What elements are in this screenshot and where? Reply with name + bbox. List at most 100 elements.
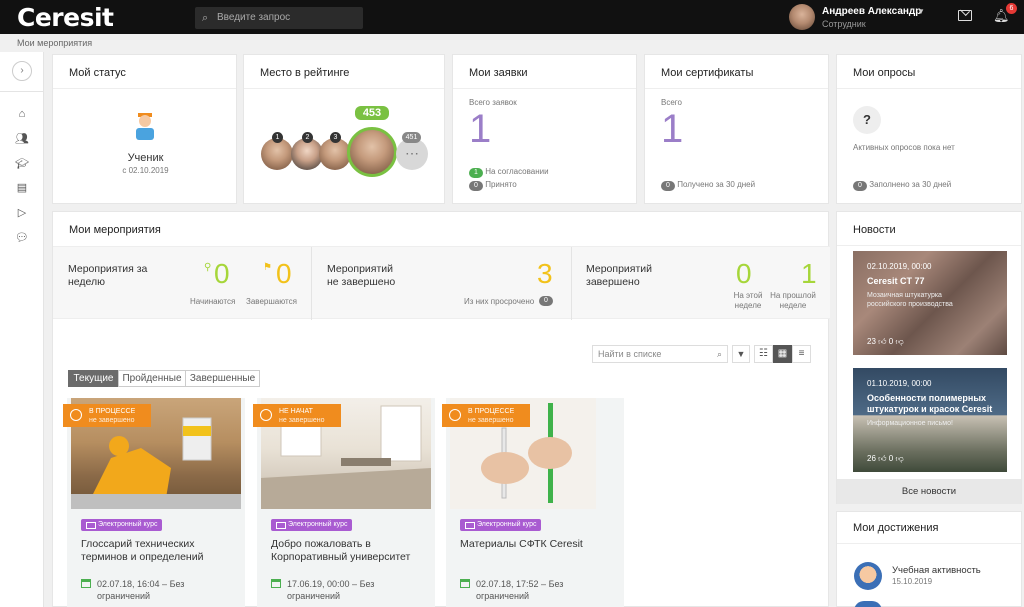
- list-search-input[interactable]: Найти в списке ⌕: [592, 345, 728, 363]
- view-list-button[interactable]: ≡: [792, 345, 811, 363]
- divider: [0, 91, 44, 92]
- rank-badge: 3: [330, 132, 341, 143]
- divider: [837, 245, 1021, 246]
- total-value[interactable]: 1: [469, 107, 491, 152]
- ending-label: Завершаются: [246, 297, 297, 306]
- clock-icon: [70, 409, 82, 421]
- total-value[interactable]: 1: [661, 107, 683, 152]
- divider: [837, 88, 1021, 89]
- view-grid-button[interactable]: ▦: [773, 345, 792, 363]
- certificates-card: Мои сертификаты Всего 1 0 Получено за 30…: [644, 54, 829, 204]
- last-week-value[interactable]: 1: [801, 258, 817, 290]
- news-subtitle: Мозаичная штукатурка российского произво…: [867, 292, 953, 308]
- chevron-down-icon[interactable]: ▼: [917, 7, 925, 16]
- filter-icon: ▼: [736, 349, 746, 359]
- thumb-up-icon[interactable]: 👍︎: [878, 454, 886, 463]
- unfinished-label: Мероприятий не завершено: [327, 263, 396, 288]
- course-card[interactable]: В ПРОЦЕССЕ не завершено Электронный курс…: [442, 398, 624, 607]
- mail-icon[interactable]: [958, 10, 972, 21]
- student-icon: [136, 113, 154, 140]
- graduation-cap-icon[interactable]: 🎓︎: [14, 157, 30, 171]
- calendar-icon: [460, 579, 470, 588]
- course-type-tag: Электронный курс: [271, 519, 353, 531]
- likes-count: 26: [867, 454, 876, 463]
- course-title[interactable]: Добро пожаловать в Корпоративный универс…: [271, 538, 426, 564]
- overdue-count: 0: [539, 296, 553, 306]
- filter-button[interactable]: ▼: [732, 345, 750, 363]
- all-news-link[interactable]: Все новости: [837, 479, 1021, 504]
- tab-finished[interactable]: Завершенные: [185, 370, 260, 387]
- course-title[interactable]: Глоссарий технических терминов и определ…: [81, 538, 236, 564]
- course-title[interactable]: Материалы СФТК Ceresit: [460, 538, 615, 551]
- overdue-label: Из них просрочено: [464, 297, 535, 306]
- news-title: Ceresit CT 77: [867, 276, 925, 286]
- global-search-input[interactable]: ⌕ Введите запрос: [195, 7, 363, 29]
- divider: [571, 247, 572, 320]
- achievement-icon: [854, 601, 882, 607]
- rank-badge: 1: [272, 132, 283, 143]
- course-card[interactable]: В ПРОЦЕССЕ не завершено Электронный курс…: [63, 398, 245, 607]
- course-substatus: не завершено: [279, 417, 325, 424]
- rank-badge: 2: [302, 132, 313, 143]
- ending-value[interactable]: 0: [276, 258, 292, 290]
- achievement-date: 15.10.2019: [892, 577, 933, 586]
- likes-count: 23: [867, 337, 876, 346]
- search-icon: ⌕: [202, 12, 209, 24]
- news-reactions: 23 👍︎ 0 👎︎: [867, 337, 904, 347]
- thumb-up-icon[interactable]: 👍︎: [878, 337, 886, 346]
- achievement-title: Учебная активность: [892, 565, 981, 576]
- view-compact-button[interactable]: ☷: [754, 345, 773, 363]
- chat-icon[interactable]: 💬︎: [14, 231, 30, 245]
- course-status: В ПРОЦЕССЕ: [468, 408, 515, 415]
- accepted-label: Принято: [485, 180, 517, 189]
- rating-card: Место в рейтинге 1 2 3 453 ⋯ 451: [243, 54, 445, 204]
- user-avatar[interactable]: [789, 4, 815, 30]
- search-icon: ⌕: [716, 349, 722, 359]
- achievement-icon: [854, 562, 882, 590]
- section-title: Мои мероприятия: [69, 224, 161, 236]
- course-card[interactable]: НЕ НАЧАТ не завершено Электронный курс Д…: [253, 398, 435, 607]
- course-substatus: не завершено: [89, 417, 135, 424]
- thumb-down-icon[interactable]: 👎︎: [895, 337, 903, 346]
- news-panel: Новости 02.10.2019, 00:00 Ceresit CT 77 …: [836, 211, 1022, 504]
- completed-label: Мероприятий завершено: [586, 263, 652, 288]
- divider: [837, 543, 1021, 544]
- this-week-value[interactable]: 0: [736, 258, 752, 290]
- brand-logo[interactable]: Ceresit: [17, 3, 114, 32]
- recent-count: 0: [853, 181, 867, 191]
- rank-badge: 451: [402, 132, 421, 143]
- news-date: 01.10.2019, 00:00: [867, 379, 932, 388]
- calendar-list-icon[interactable]: ▤: [14, 181, 30, 195]
- recent-label: Получено за 30 дней: [677, 180, 756, 189]
- pending-row: 1 На согласовании: [469, 167, 549, 178]
- home-icon[interactable]: ⌂: [14, 107, 30, 121]
- search-placeholder: Введите запрос: [217, 12, 291, 23]
- tab-passed[interactable]: Пройденные: [118, 370, 186, 387]
- news-item[interactable]: 02.10.2019, 00:00 Ceresit CT 77 Мозаична…: [853, 251, 1007, 355]
- thumb-down-icon[interactable]: 👎︎: [895, 454, 903, 463]
- user-name[interactable]: Андреев Александр: [822, 6, 921, 17]
- dislikes-count: 0: [888, 337, 894, 346]
- grid-icon: ▦: [777, 348, 788, 359]
- course-type-tag: Электронный курс: [81, 519, 163, 531]
- course-date: 17.06.19, 00:00 – Без ограничений: [287, 579, 375, 601]
- expand-nav-button[interactable]: ›: [12, 61, 32, 81]
- tab-current[interactable]: Текущие: [68, 370, 119, 387]
- total-label: Всего: [661, 98, 682, 107]
- stats-row: Мероприятия за неделю ⚲ 0 Начинаются ⚑ 0…: [53, 246, 830, 320]
- unfinished-value[interactable]: 3: [537, 258, 553, 290]
- play-icon[interactable]: ▷: [14, 206, 30, 220]
- starting-value[interactable]: 0: [214, 258, 230, 290]
- users-icon[interactable]: 👥︎: [14, 132, 30, 146]
- calendar-icon: [271, 579, 281, 588]
- breadcrumb[interactable]: Мои мероприятия: [17, 38, 92, 48]
- course-status-badge: В ПРОЦЕССЕ не завершено: [63, 404, 151, 427]
- divider: [453, 88, 636, 89]
- recent-count: 0: [661, 181, 675, 191]
- divider: [311, 247, 312, 320]
- my-avatar[interactable]: [347, 127, 397, 177]
- divider: [244, 88, 444, 89]
- divider: [645, 88, 828, 89]
- news-item[interactable]: 01.10.2019, 00:00 Особенности полимерных…: [853, 368, 1007, 472]
- divider: [53, 88, 236, 89]
